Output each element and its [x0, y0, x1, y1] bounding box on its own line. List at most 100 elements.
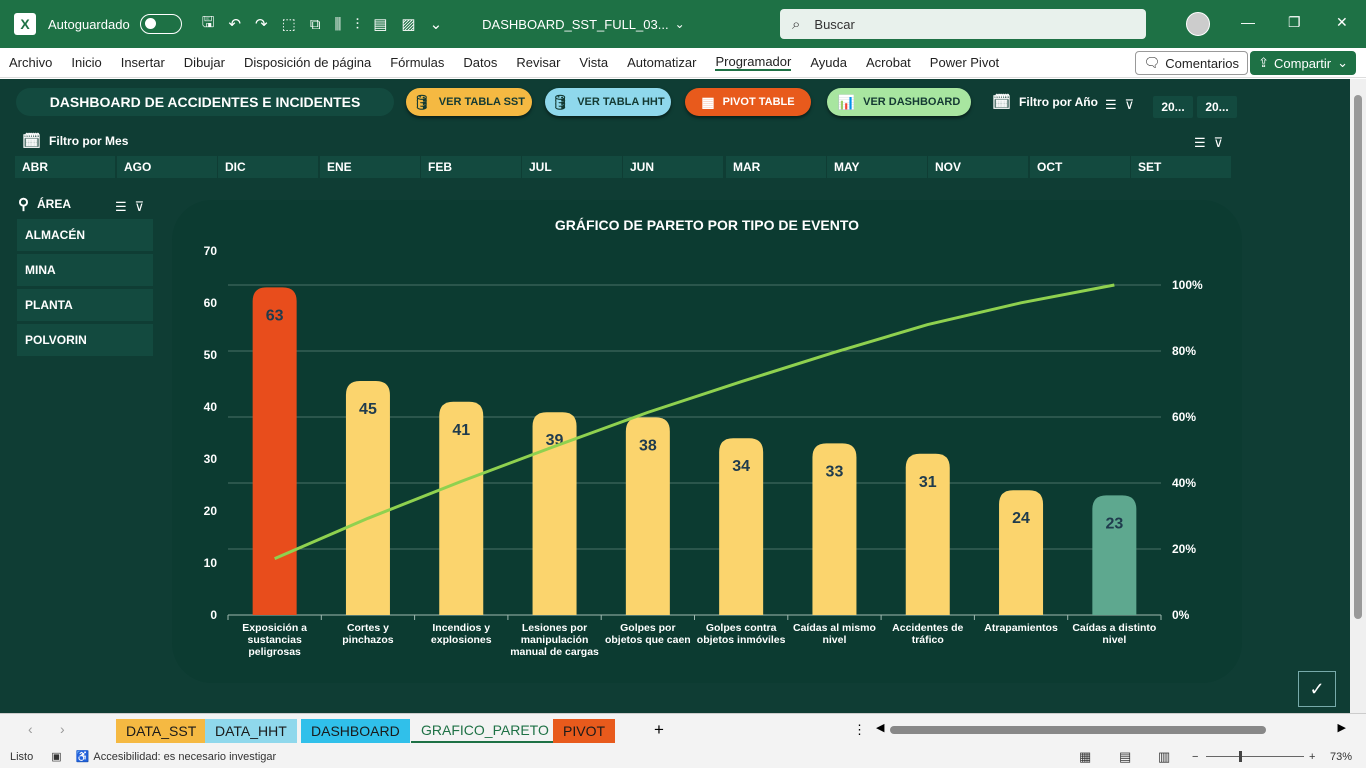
- document-title[interactable]: DASHBOARD_SST_FULL_03...: [482, 17, 668, 32]
- align-icon[interactable]: ⫼: [335, 16, 342, 33]
- ribbon-tab-ayuda[interactable]: Ayuda: [810, 55, 847, 70]
- page-layout-icon[interactable]: ▤: [1119, 749, 1131, 765]
- search-box[interactable]: ⌕ Buscar: [780, 9, 1146, 39]
- zoom-level[interactable]: 73%: [1330, 751, 1352, 763]
- ribbon-tab-datos[interactable]: Datos: [463, 55, 497, 70]
- ribbon-tab-archivo[interactable]: Archivo: [9, 55, 52, 70]
- month-option-jul[interactable]: JUL: [522, 156, 622, 178]
- area-option-mina[interactable]: MINA: [17, 254, 153, 286]
- comments-label: Comentarios: [1165, 55, 1239, 71]
- month-option-ago[interactable]: AGO: [117, 156, 217, 178]
- zoom-in-icon[interactable]: +: [1309, 751, 1315, 763]
- select-icon[interactable]: ⬚: [282, 15, 296, 33]
- horizontal-scroll-thumb[interactable]: [890, 726, 1266, 734]
- x-tick-label-line: nivel: [1102, 634, 1126, 646]
- ribbon-tab-dibujar[interactable]: Dibujar: [184, 55, 225, 70]
- scroll-right-icon[interactable]: ▶: [1338, 721, 1346, 734]
- distribute-icon[interactable]: ⫶: [355, 16, 359, 33]
- checkmark-icon[interactable]: ✓: [1298, 671, 1336, 707]
- ver-tabla-sst-button[interactable]: 🛢 VER TABLA SST: [406, 88, 532, 116]
- chevron-down-icon[interactable]: ⌄: [675, 17, 685, 31]
- ribbon-tab-acrobat[interactable]: Acrobat: [866, 55, 911, 70]
- vertical-scrollbar[interactable]: [1350, 79, 1366, 713]
- ribbon-tab-vista[interactable]: Vista: [579, 55, 608, 70]
- area-option-planta[interactable]: PLANTA: [17, 289, 153, 321]
- sheet-tab-data-hht[interactable]: DATA_HHT: [205, 719, 297, 743]
- format-icon[interactable]: ⧉: [310, 16, 321, 33]
- month-option-nov[interactable]: NOV: [928, 156, 1028, 178]
- vertical-scroll-thumb[interactable]: [1354, 95, 1362, 619]
- redo-icon[interactable]: ↷: [255, 15, 268, 33]
- multiselect-icon[interactable]: ☰: [1194, 135, 1206, 151]
- prev-sheet-icon[interactable]: ‹: [28, 721, 33, 737]
- ribbon-tab-insertar[interactable]: Insertar: [121, 55, 165, 70]
- sheet-tab-data-sst[interactable]: DATA_SST: [116, 719, 207, 743]
- accessibility-status[interactable]: Accesibilidad: es necesario investigar: [93, 751, 276, 763]
- month-option-ene[interactable]: ENE: [320, 156, 420, 178]
- share-button[interactable]: ⇪ Compartir ⌄: [1250, 51, 1356, 75]
- more-options-icon[interactable]: ⋮: [853, 722, 866, 738]
- zoom-out-icon[interactable]: −: [1192, 751, 1198, 763]
- zoom-slider-thumb[interactable]: [1239, 751, 1242, 762]
- accessibility-icon[interactable]: ♿: [76, 750, 90, 763]
- zoom-slider[interactable]: [1206, 751, 1304, 762]
- autosave-toggle[interactable]: [139, 14, 182, 34]
- customize-chevron-icon[interactable]: ⌄: [430, 15, 443, 33]
- x-tick-label-line: tráfico: [912, 634, 944, 646]
- ribbon-tab-programador[interactable]: Programador: [715, 54, 792, 71]
- save-icon[interactable]: 🖫: [202, 12, 215, 37]
- month-option-mar[interactable]: MAR: [726, 156, 826, 178]
- ribbon-tab-automatizar[interactable]: Automatizar: [627, 55, 696, 70]
- ver-tabla-hht-button[interactable]: 🛢 VER TABLA HHT: [545, 88, 671, 116]
- data-label: 24: [1012, 510, 1030, 527]
- avatar[interactable]: [1186, 12, 1210, 36]
- area-option-almacen[interactable]: ALMACÉN: [17, 219, 153, 251]
- ribbon-tab-revisar[interactable]: Revisar: [516, 55, 560, 70]
- month-option-abr[interactable]: ABR: [15, 156, 115, 178]
- x-tick-label-line: objetos inmóviles: [697, 634, 786, 646]
- scroll-left-icon[interactable]: ◀: [876, 721, 884, 734]
- macro-record-icon[interactable]: ▣: [51, 750, 61, 763]
- sheet-tab-dashboard[interactable]: DASHBOARD: [301, 719, 410, 743]
- year-option-2[interactable]: 20...: [1197, 96, 1237, 118]
- clear-filter-icon[interactable]: ⊽: [1125, 97, 1135, 113]
- maximize-icon[interactable]: ❐: [1288, 14, 1301, 31]
- multiselect-icon[interactable]: ☰: [1105, 97, 1117, 113]
- ribbon-tab-disposicion[interactable]: Disposición de página: [244, 55, 371, 70]
- sheet-tab-pivot[interactable]: PIVOT: [553, 719, 616, 743]
- x-tick-label-line: Caídas al mismo: [793, 622, 876, 634]
- area-option-polvorin[interactable]: POLVORIN: [17, 324, 153, 356]
- month-option-set[interactable]: SET: [1131, 156, 1231, 178]
- month-option-jun[interactable]: JUN: [623, 156, 723, 178]
- comments-button[interactable]: 🗨 Comentarios: [1134, 51, 1248, 75]
- undo-icon[interactable]: ↶: [228, 15, 241, 33]
- image-icon[interactable]: ▨: [401, 15, 415, 33]
- x-tick-label: Caídas a distinto nivel: [1072, 622, 1156, 646]
- ribbon-tab-power-pivot[interactable]: Power Pivot: [930, 55, 999, 70]
- sheet-tabs-bar: ‹ › DATA_SST DATA_HHT DASHBOARD GRAFICO_…: [0, 713, 1366, 745]
- horizontal-scrollbar[interactable]: ◀ ▶: [876, 721, 1346, 737]
- multiselect-icon[interactable]: ☰: [115, 199, 127, 215]
- ribbon-tab-inicio[interactable]: Inicio: [71, 55, 101, 70]
- minimize-icon[interactable]: —: [1241, 14, 1255, 30]
- page-break-icon[interactable]: ▥: [1158, 749, 1170, 765]
- month-filter-label: Filtro por Mes: [49, 134, 129, 148]
- clear-filter-icon[interactable]: ⊽: [1214, 135, 1224, 151]
- sheet-tab-grafico-pareto[interactable]: GRAFICO_PARETO: [411, 719, 559, 743]
- month-option-feb[interactable]: FEB: [421, 156, 521, 178]
- month-option-dic[interactable]: DIC: [218, 156, 318, 178]
- close-icon[interactable]: ✕: [1336, 14, 1348, 31]
- next-sheet-icon[interactable]: ›: [60, 721, 65, 737]
- normal-view-icon[interactable]: ▦: [1079, 749, 1091, 765]
- ribbon-tab-formulas[interactable]: Fórmulas: [390, 55, 444, 70]
- autosave-label: Autoguardado: [48, 16, 130, 32]
- table-icon[interactable]: ▤: [373, 15, 387, 33]
- year-option-1[interactable]: 20...: [1153, 96, 1193, 118]
- add-sheet-icon[interactable]: +: [654, 720, 664, 740]
- month-option-oct[interactable]: OCT: [1030, 156, 1130, 178]
- ver-dashboard-button[interactable]: 📊 VER DASHBOARD: [827, 88, 971, 116]
- pivot-table-button[interactable]: ▦ PIVOT TABLE: [685, 88, 811, 116]
- month-option-may[interactable]: MAY: [827, 156, 927, 178]
- area-filter-controls: ☰ ⊽: [115, 199, 144, 215]
- clear-filter-icon[interactable]: ⊽: [135, 199, 145, 215]
